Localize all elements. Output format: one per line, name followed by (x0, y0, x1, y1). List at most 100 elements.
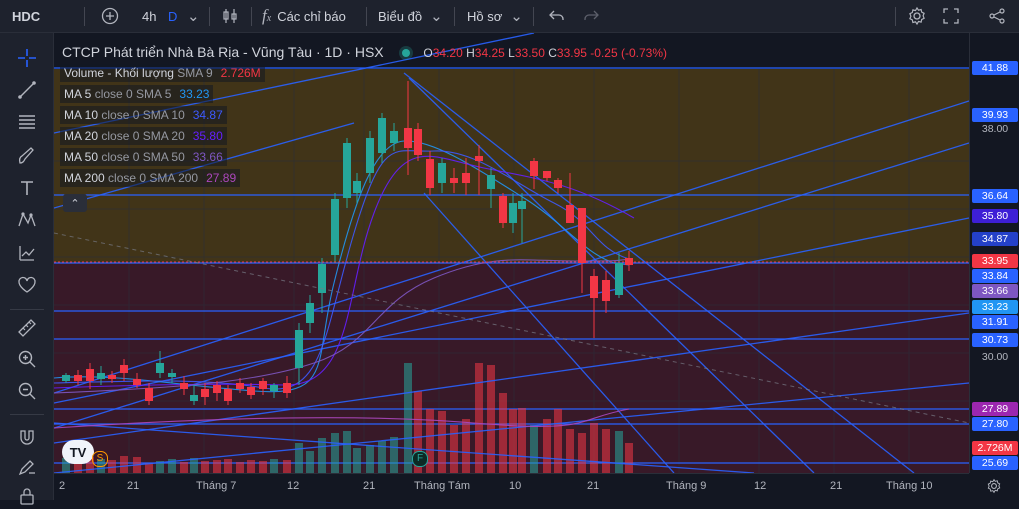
zoom-in-tool[interactable] (14, 346, 40, 372)
legend-indicator-row[interactable]: MA 10 close 0 SMA 10 34.87 (60, 106, 227, 124)
candle-body (224, 389, 232, 401)
tradingview-logo[interactable]: TV (62, 440, 94, 464)
candle-body (426, 159, 434, 188)
candle-body (530, 161, 538, 176)
legend-indicator-row[interactable]: MA 200 close 0 SMA 200 27.89 (60, 169, 241, 187)
symbol-label: HDC (12, 8, 41, 24)
stay-drawing-tool[interactable] (14, 455, 40, 481)
dividend-badge-label: S (96, 453, 104, 464)
fib-tool[interactable] (14, 109, 40, 135)
market-status-icon (401, 49, 410, 57)
volume-bar (295, 443, 303, 473)
price-axis-label: 33.66 (972, 284, 1018, 298)
profile-button[interactable]: Hồ sơ ⌄ (467, 0, 523, 32)
legend-indicator-row[interactable]: MA 50 close 0 SMA 50 33.66 (60, 148, 227, 166)
price-tick-label: 30.00 (981, 351, 1009, 363)
text-tool[interactable] (14, 175, 40, 201)
legend-collapse-button[interactable]: ⌃ (63, 194, 87, 212)
candle-body (462, 173, 470, 183)
settings-button[interactable] (907, 0, 927, 32)
toolbar-divider (895, 7, 896, 26)
volume-bar (247, 460, 255, 473)
top-toolbar: HDC 4h D ⌄ fx Các chỉ báo Biểu đồ ⌄ Hồ s… (0, 0, 1019, 33)
candle-body (366, 138, 374, 173)
toolbar-divider (533, 7, 534, 26)
redo-icon (584, 10, 599, 20)
volume-bar (318, 438, 326, 473)
dividend-event-badge[interactable]: S (92, 451, 108, 467)
redo-button[interactable] (582, 0, 600, 32)
candle-body (190, 395, 198, 401)
trend-line-tool[interactable] (14, 77, 40, 103)
time-tick-label: 2 (59, 480, 66, 492)
magnet-tool[interactable] (14, 425, 40, 451)
indicator-value: 33.23 (179, 87, 210, 101)
prediction-tool[interactable] (14, 240, 40, 266)
time-scale[interactable]: 2 21 Tháng 7 12 21 Tháng Tám 10 21 Tháng 9 12 21 Th… (54, 473, 969, 500)
time-tick-label: 21 (363, 480, 376, 492)
candle-body (566, 205, 574, 223)
volume-bar (475, 363, 483, 473)
price-axis-label: 33.84 (972, 269, 1018, 283)
brush-tool[interactable] (14, 143, 40, 169)
candle-body (295, 330, 303, 368)
volume-bar (426, 409, 434, 473)
interval-button[interactable]: 4h (142, 0, 156, 32)
interval-dropdown-button[interactable]: ⌄ (187, 0, 200, 32)
volume-bar (518, 408, 526, 473)
measure-tool[interactable] (14, 315, 40, 341)
candle-body (390, 131, 398, 143)
lock-icon (20, 488, 34, 505)
time-scale-settings-button[interactable] (984, 476, 1004, 496)
zoom-in-icon (18, 350, 36, 368)
lock-drawings-tool[interactable] (14, 483, 40, 509)
crosshair-tool[interactable] (14, 45, 40, 71)
compare-button[interactable] (101, 0, 119, 32)
indicator-value: 27.89 (206, 171, 237, 185)
legend-indicator-row[interactable]: MA 20 close 0 SMA 20 35.80 (60, 127, 227, 145)
chart-style-button[interactable] (221, 0, 239, 32)
volume-bar (366, 445, 374, 473)
symbol-search-button[interactable]: HDC (12, 0, 40, 32)
pattern-tool[interactable] (14, 207, 40, 233)
interval-badge[interactable]: D (168, 0, 177, 32)
logo-text: TV (69, 444, 87, 460)
candle-body (343, 143, 351, 198)
toolbar-divider (366, 7, 367, 26)
price-scale[interactable]: 38.0032.0030.0028.00 41.8839.9336.6435.8… (969, 33, 1019, 473)
chart-type-button[interactable]: Biểu đồ ⌄ (378, 0, 443, 32)
high-value: 34.25 (474, 46, 505, 60)
indicators-button[interactable]: fx Các chỉ báo (262, 0, 346, 32)
volume-bar (590, 423, 598, 473)
candle-body (543, 171, 551, 178)
candle-body (270, 385, 278, 391)
watchlist-heart-tool[interactable] (14, 272, 40, 298)
indicator-params: close 0 SMA 200 (108, 171, 199, 185)
volume-bar (236, 462, 244, 473)
volume-bar (554, 409, 562, 473)
fullscreen-button[interactable] (942, 0, 960, 32)
brush-icon (18, 147, 34, 164)
volume-bar (283, 460, 291, 473)
legend-indicator-row[interactable]: MA 5 close 0 SMA 5 33.23 (60, 85, 214, 103)
chevron-up-icon: ⌃ (70, 197, 80, 210)
interval-badge-label: D (168, 8, 178, 24)
volume-bar (201, 461, 209, 473)
share-button[interactable] (988, 0, 1006, 32)
change-value: -0.25 (-0.73%) (590, 46, 667, 60)
legend-indicator-row[interactable]: Volume - Khối lượng SMA 9 2.726M (60, 64, 265, 82)
candle-body (86, 369, 94, 381)
earnings-event-badge[interactable]: F (412, 451, 428, 467)
share-icon (989, 8, 1005, 24)
indicator-params: close 0 SMA 10 (101, 108, 185, 122)
zoom-out-tool[interactable] (14, 378, 40, 404)
volume-bar (353, 448, 361, 473)
volume-bar (224, 459, 232, 473)
price-axis-label: 34.87 (972, 232, 1018, 246)
function-icon: fx (262, 6, 272, 25)
volume-bar (306, 451, 314, 473)
pattern-icon (18, 212, 36, 227)
candle-body (615, 263, 623, 295)
volume-bar (259, 461, 267, 473)
undo-button[interactable] (548, 0, 566, 32)
